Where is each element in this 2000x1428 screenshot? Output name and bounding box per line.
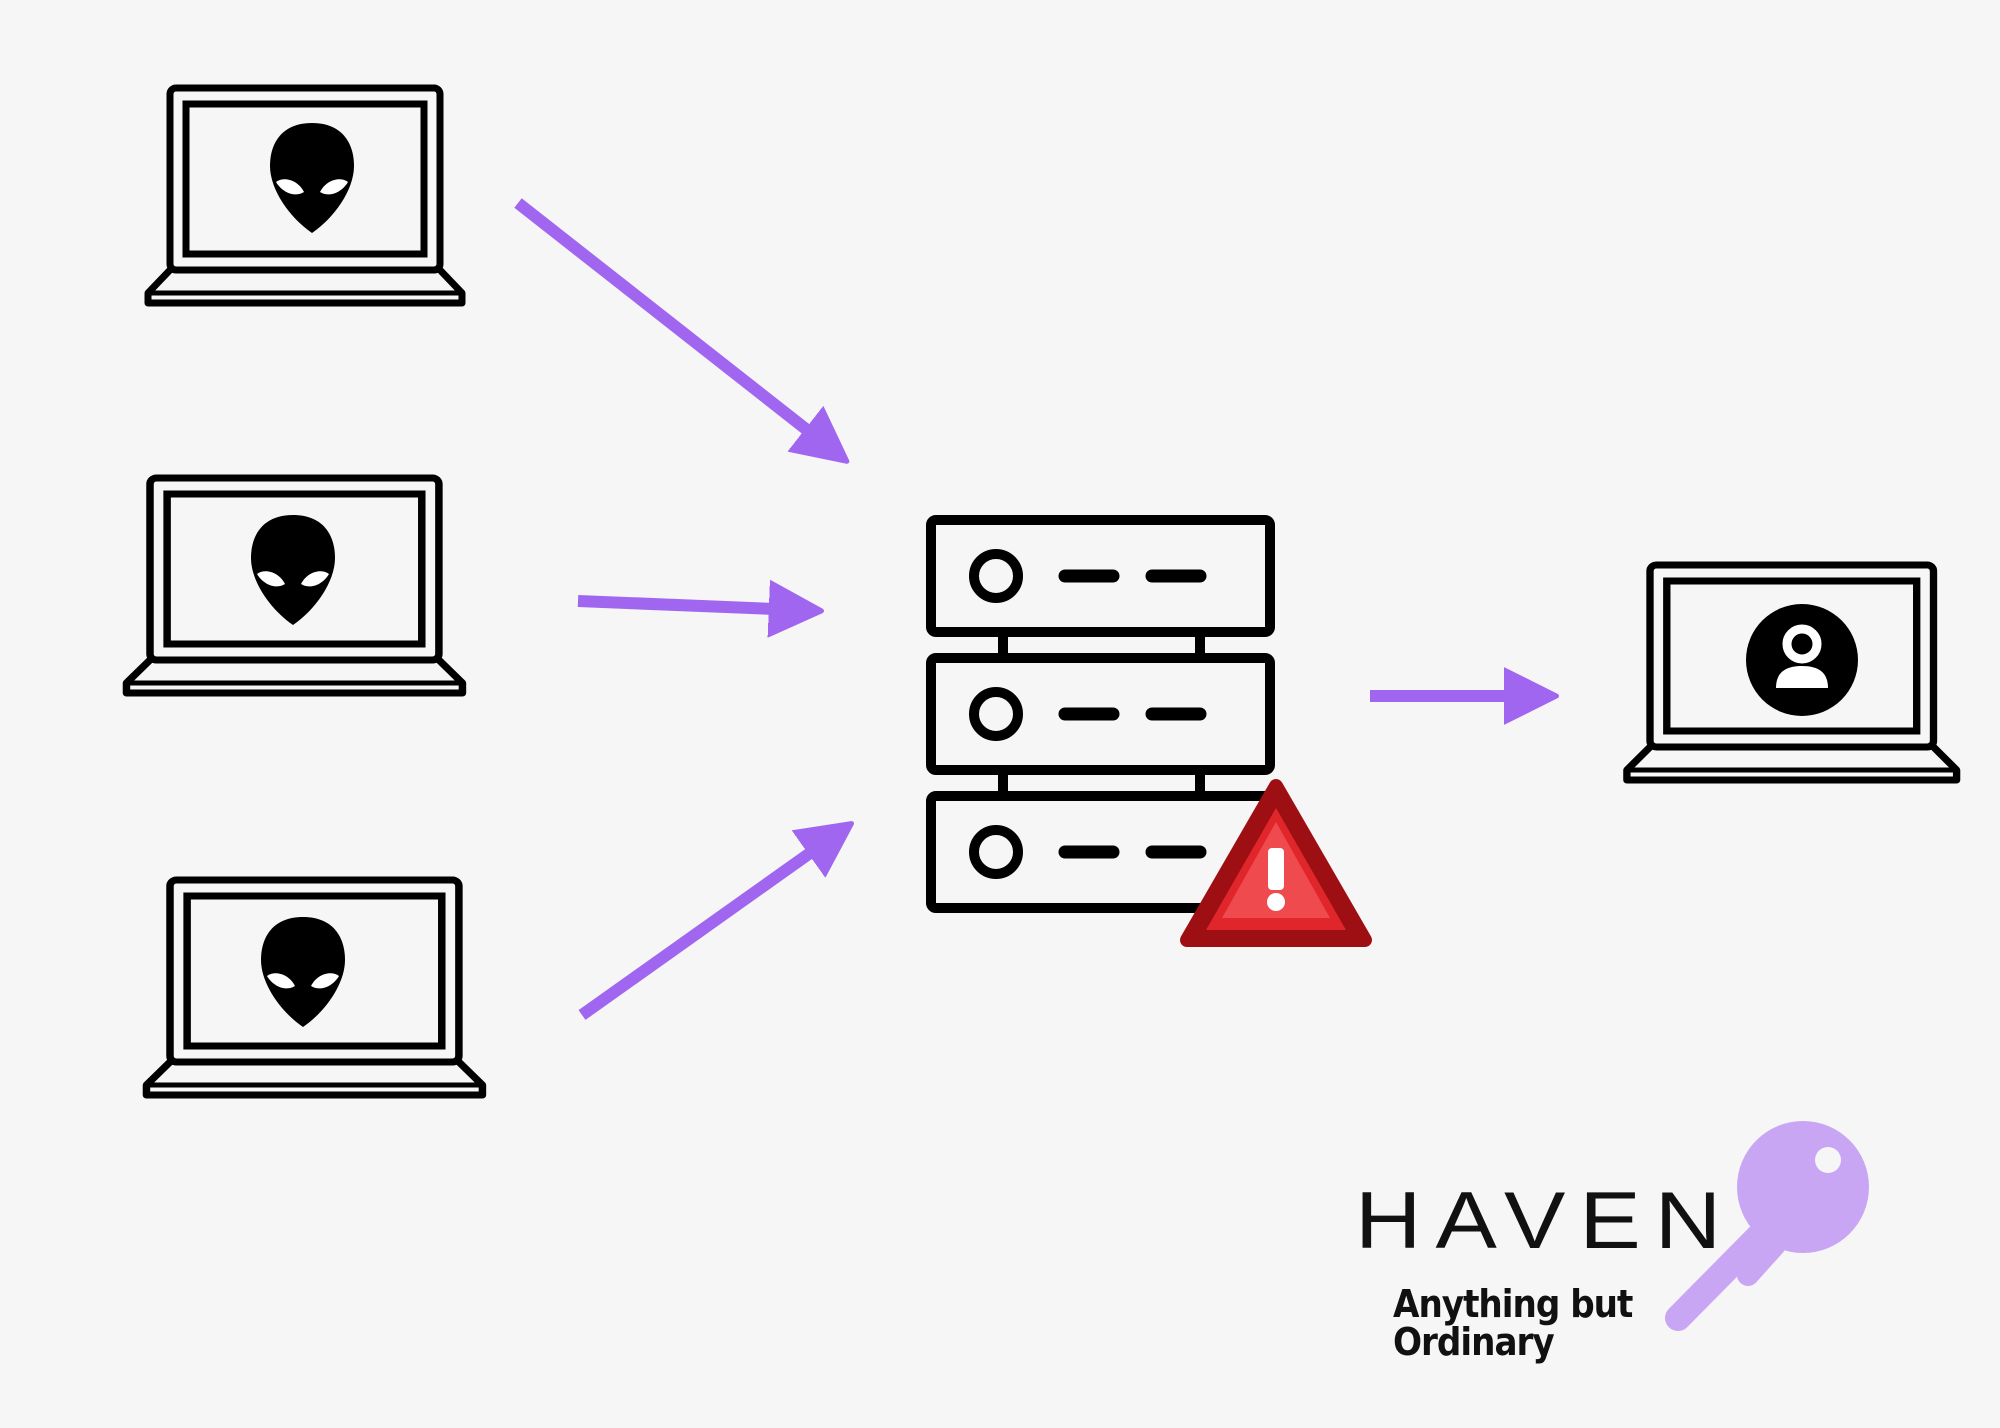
attack-arrows bbox=[514, 198, 1535, 1020]
alien-icon bbox=[270, 123, 354, 233]
brand-name: HAVEN bbox=[1355, 1175, 1736, 1266]
warning-triangle-icon bbox=[1180, 779, 1372, 947]
alien-icon bbox=[251, 515, 335, 625]
arrow-attacker-2 bbox=[577, 601, 800, 610]
user-avatar-icon bbox=[1746, 604, 1858, 716]
attacker-laptop-2 bbox=[126, 478, 462, 693]
arrow-attacker-1 bbox=[514, 198, 830, 448]
alien-icon bbox=[261, 917, 345, 1027]
attacker-laptop-3 bbox=[146, 880, 482, 1095]
arrow-attacker-3 bbox=[578, 836, 834, 1020]
server-rack-icon bbox=[926, 515, 1275, 913]
brand-tagline: Anything but Ordinary bbox=[1393, 1282, 1633, 1364]
attacker-laptop-1 bbox=[148, 88, 462, 303]
victim-laptop bbox=[1627, 565, 1957, 780]
